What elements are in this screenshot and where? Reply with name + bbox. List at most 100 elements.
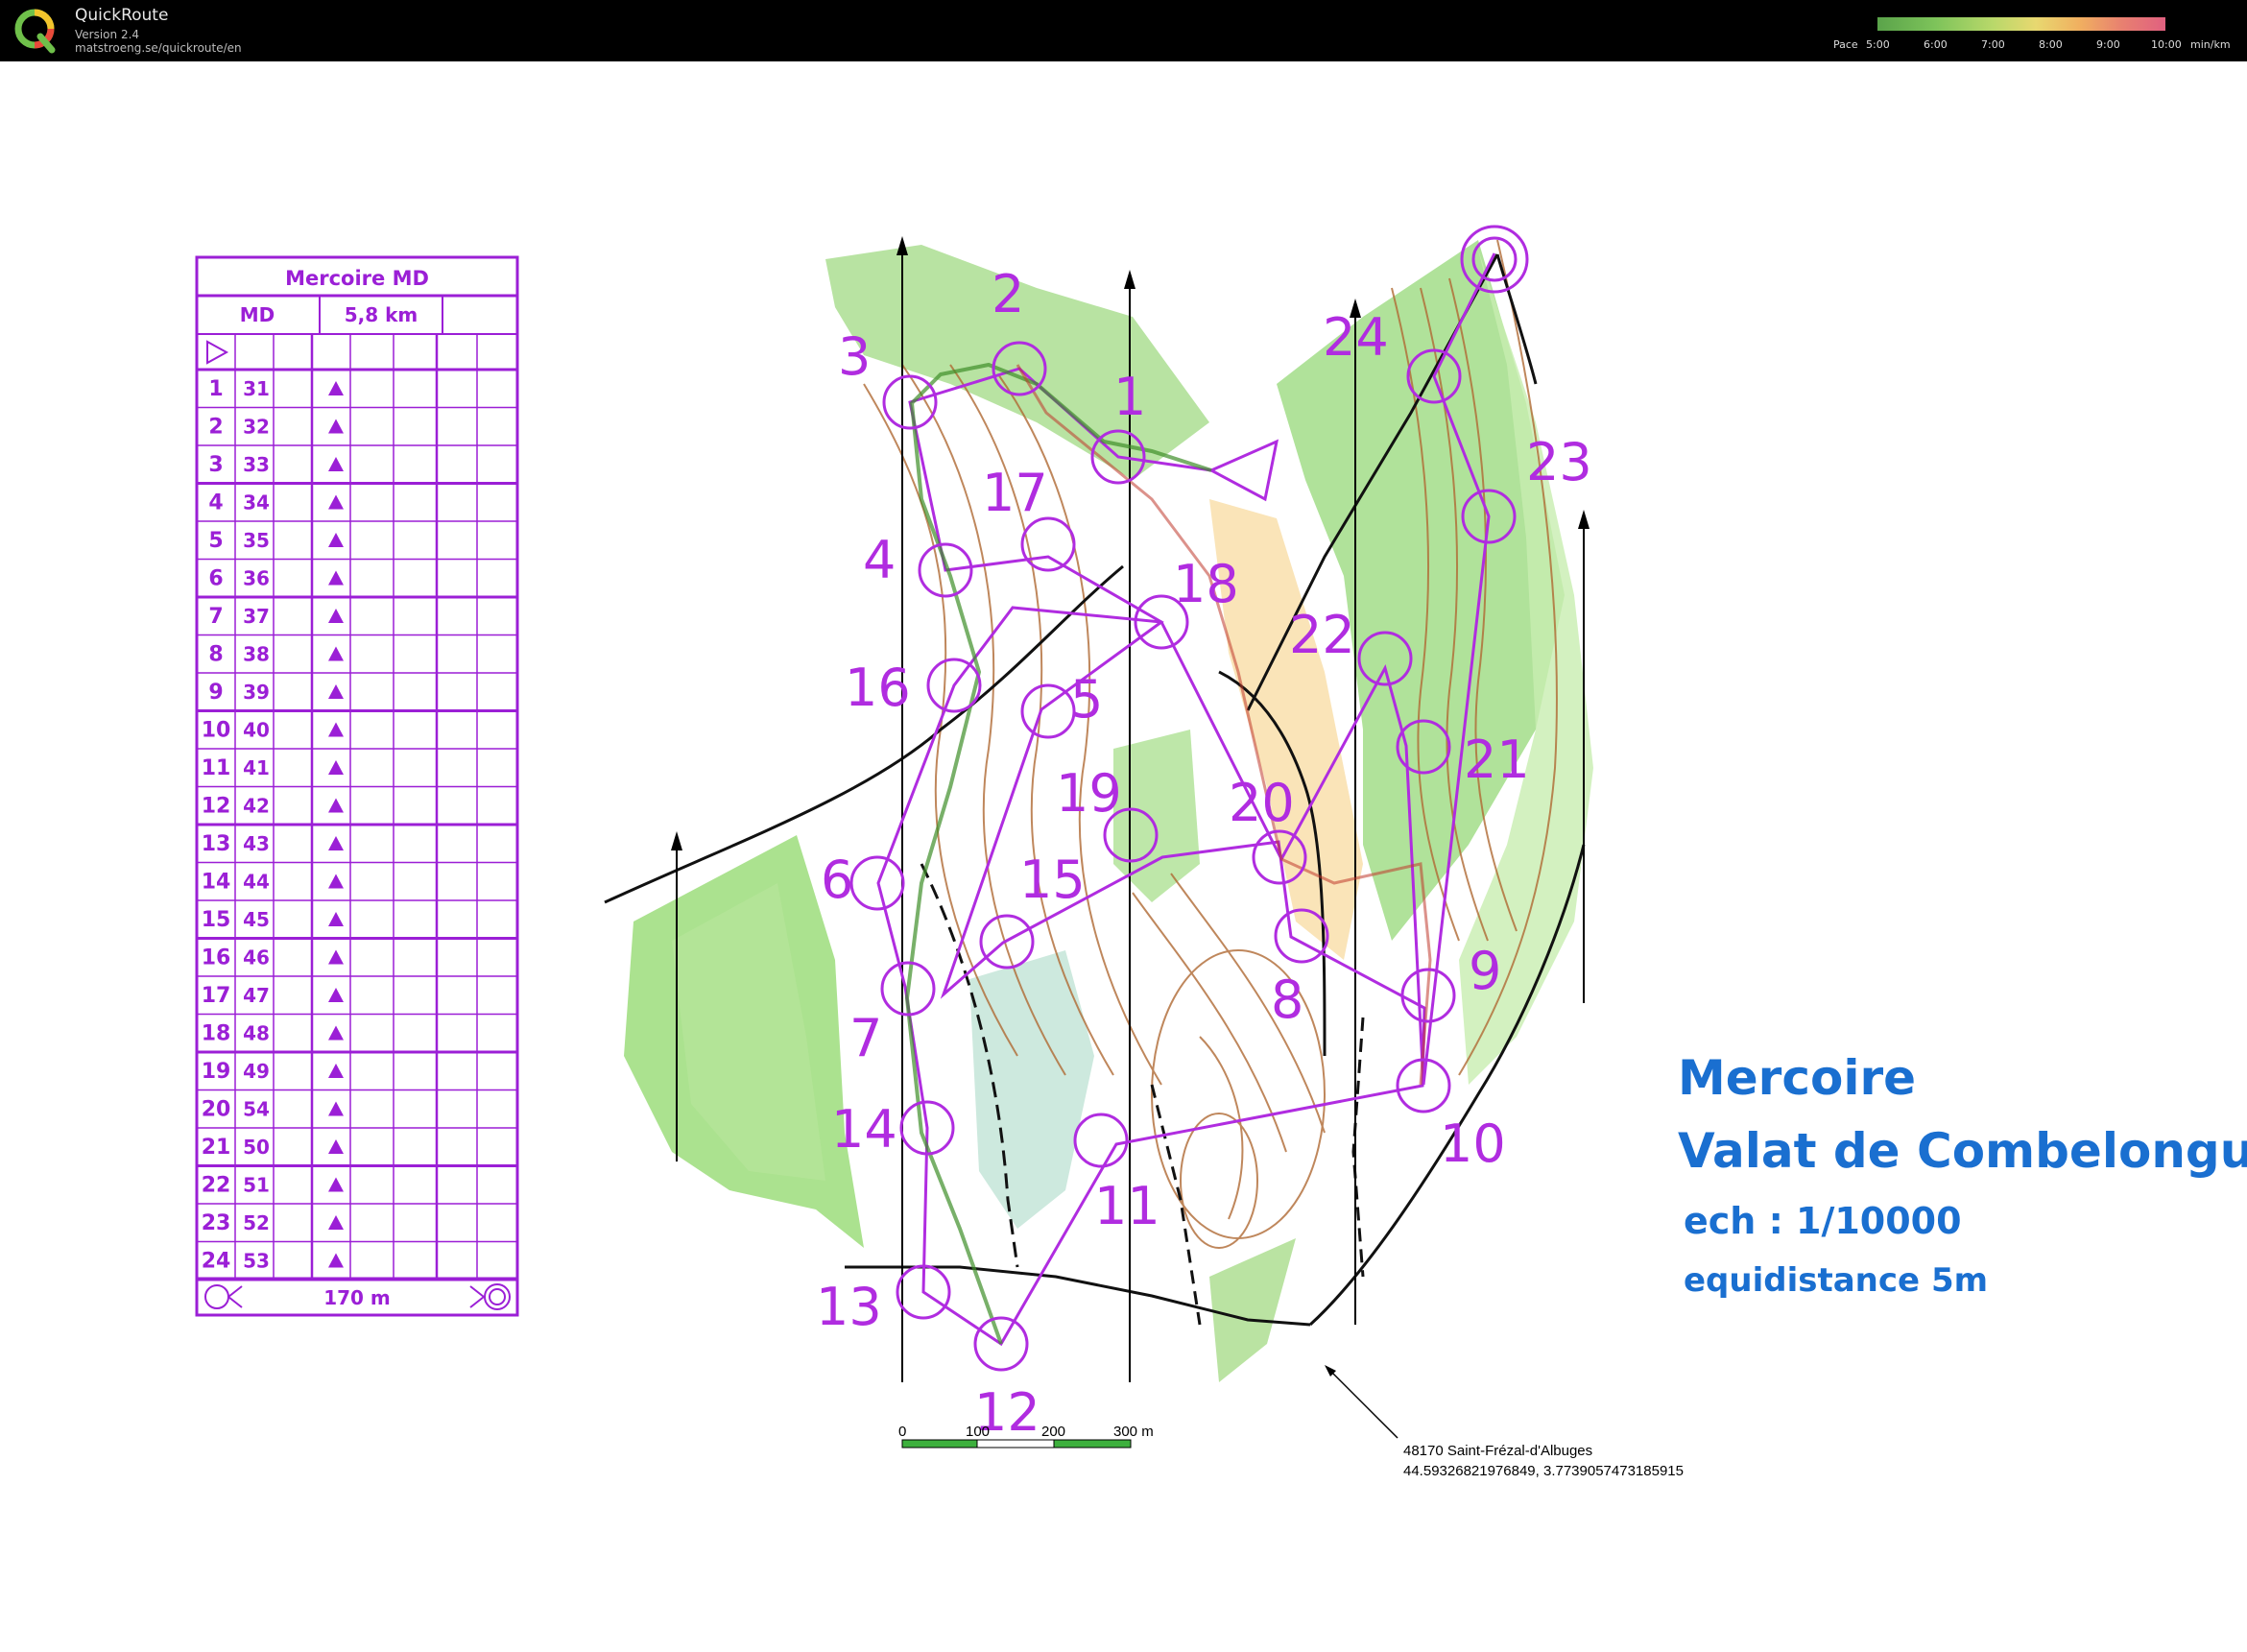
control-number-7: 7 [849, 1008, 882, 1068]
cd-control-code: 52 [243, 1211, 270, 1234]
scale-label-300: 300 m [1113, 1424, 1154, 1440]
location-address: 48170 Saint-Frézal-d'Albuges [1403, 1443, 1592, 1459]
cd-control-number: 22 [202, 1174, 231, 1198]
pace-tick: 5:00 [1866, 38, 1890, 51]
cd-length: 5,8 km [345, 303, 418, 326]
cd-control-number: 10 [202, 719, 231, 743]
cd-control-number: 9 [208, 681, 223, 705]
cd-control-number: 15 [202, 908, 231, 932]
cd-class: MD [240, 303, 275, 326]
map-title-line1: Mercoire [1678, 1050, 1916, 1106]
control-number-19: 19 [1056, 763, 1122, 824]
pace-legend: Pace 5:00 6:00 7:00 8:00 9:00 10:00 min/… [1824, 13, 2246, 56]
control-number-15: 15 [1019, 850, 1086, 910]
cd-control-number: 19 [202, 1060, 231, 1084]
quickroute-logo-icon [14, 9, 56, 54]
control-number-21: 21 [1464, 730, 1530, 790]
location-annotation: 48170 Saint-Frézal-d'Albuges 44.59326821… [1325, 1365, 1684, 1479]
cd-control-code: 46 [243, 946, 270, 970]
cd-control-code: 44 [243, 871, 270, 894]
control-number-20: 20 [1229, 773, 1295, 833]
cd-control-number: 4 [208, 491, 223, 515]
control-number-5: 5 [1070, 669, 1103, 730]
cd-control-code: 33 [243, 453, 270, 476]
control-number-8: 8 [1271, 970, 1303, 1030]
control-number-18: 18 [1173, 554, 1239, 614]
cd-control-number: 6 [208, 567, 223, 591]
cd-control-number: 16 [202, 946, 231, 970]
cd-control-number: 23 [202, 1211, 231, 1235]
cd-control-code: 51 [243, 1174, 270, 1197]
cd-control-code: 47 [243, 984, 270, 1007]
app-version: Version 2.4 [75, 28, 140, 41]
cd-control-code: 31 [243, 377, 270, 400]
map-title-line2: Valat de Combelongue [1678, 1123, 2247, 1179]
cd-control-code: 45 [243, 908, 270, 931]
control-number-14: 14 [831, 1099, 897, 1160]
pace-label: Pace [1833, 38, 1858, 51]
pace-tick: 9:00 [2096, 38, 2120, 51]
cd-control-code: 38 [243, 643, 270, 666]
cd-control-number: 5 [208, 529, 223, 553]
cd-control-code: 34 [243, 491, 270, 515]
app-url[interactable]: matstroeng.se/quickroute/en [75, 41, 242, 55]
cd-control-code: 53 [243, 1250, 270, 1273]
pace-unit: min/km [2190, 38, 2231, 51]
control-number-1: 1 [1113, 367, 1146, 427]
cd-control-number: 3 [208, 453, 223, 477]
app-title: QuickRoute [75, 6, 169, 25]
control-number-11: 11 [1094, 1176, 1160, 1236]
control-number-24: 24 [1323, 307, 1389, 368]
cd-control-code: 36 [243, 567, 270, 590]
app-header: QuickRoute Version 2.4 matstroeng.se/qui… [0, 0, 2247, 61]
cd-control-code: 43 [243, 832, 270, 855]
cd-control-number: 8 [208, 643, 223, 667]
cd-control-number: 2 [208, 416, 223, 440]
control-number-3: 3 [838, 326, 871, 387]
cd-title: Mercoire MD [285, 267, 429, 290]
cd-control-code: 50 [243, 1136, 270, 1159]
cd-control-code: 42 [243, 795, 270, 818]
cd-control-code: 37 [243, 605, 270, 628]
orienteering-map-canvas[interactable]: 1 2 3 4 5 6 7 8 9 10 11 12 13 14 15 16 1… [0, 61, 2247, 1652]
location-coords: 44.59326821976849, 3.7739057473185915 [1403, 1463, 1684, 1479]
cd-control-number: 21 [202, 1136, 231, 1160]
control-number-22: 22 [1289, 605, 1355, 665]
cd-control-number: 24 [202, 1250, 231, 1274]
control-number-23: 23 [1526, 432, 1592, 492]
cd-control-code: 41 [243, 756, 270, 779]
cd-control-code: 48 [243, 1022, 270, 1045]
cd-control-code: 40 [243, 719, 270, 742]
pace-tick: 6:00 [1924, 38, 1948, 51]
control-number-17: 17 [982, 463, 1048, 523]
cd-control-number: 1 [208, 377, 223, 401]
pace-tick: 10:00 [2151, 38, 2182, 51]
scale-label-0: 0 [898, 1424, 906, 1440]
cd-control-code: 39 [243, 681, 270, 704]
pace-color-bar [1877, 17, 2165, 31]
control-number-4: 4 [863, 530, 896, 590]
cd-control-number: 11 [202, 756, 231, 780]
cd-control-code: 49 [243, 1060, 270, 1083]
cd-control-code: 35 [243, 529, 270, 552]
cd-control-code: 54 [243, 1098, 270, 1121]
control-number-13: 13 [816, 1277, 882, 1337]
cd-control-number: 18 [202, 1022, 231, 1046]
control-number-9: 9 [1469, 941, 1501, 1001]
map-title-scale: ech : 1/10000 [1684, 1200, 1962, 1242]
cd-control-number: 20 [202, 1098, 231, 1122]
control-number-6: 6 [821, 850, 853, 910]
cd-footer-distance: 170 m [323, 1286, 391, 1309]
scale-label-200: 200 [1041, 1424, 1065, 1440]
pace-tick: 8:00 [2039, 38, 2063, 51]
map-title-block: Mercoire Valat de Combelongue ech : 1/10… [1678, 1050, 2247, 1300]
control-number-16: 16 [845, 658, 911, 718]
cd-control-number: 12 [202, 795, 231, 819]
cd-control-number: 17 [202, 984, 231, 1008]
cd-control-number: 14 [202, 871, 231, 895]
control-description-sheet: Mercoire MD MD 5,8 km 1 312 323 334 345 356 36… [195, 255, 519, 1317]
pace-tick: 7:00 [1981, 38, 2005, 51]
control-number-2: 2 [992, 264, 1024, 324]
scale-label-100: 100 [966, 1424, 990, 1440]
cd-control-number: 7 [208, 605, 223, 629]
